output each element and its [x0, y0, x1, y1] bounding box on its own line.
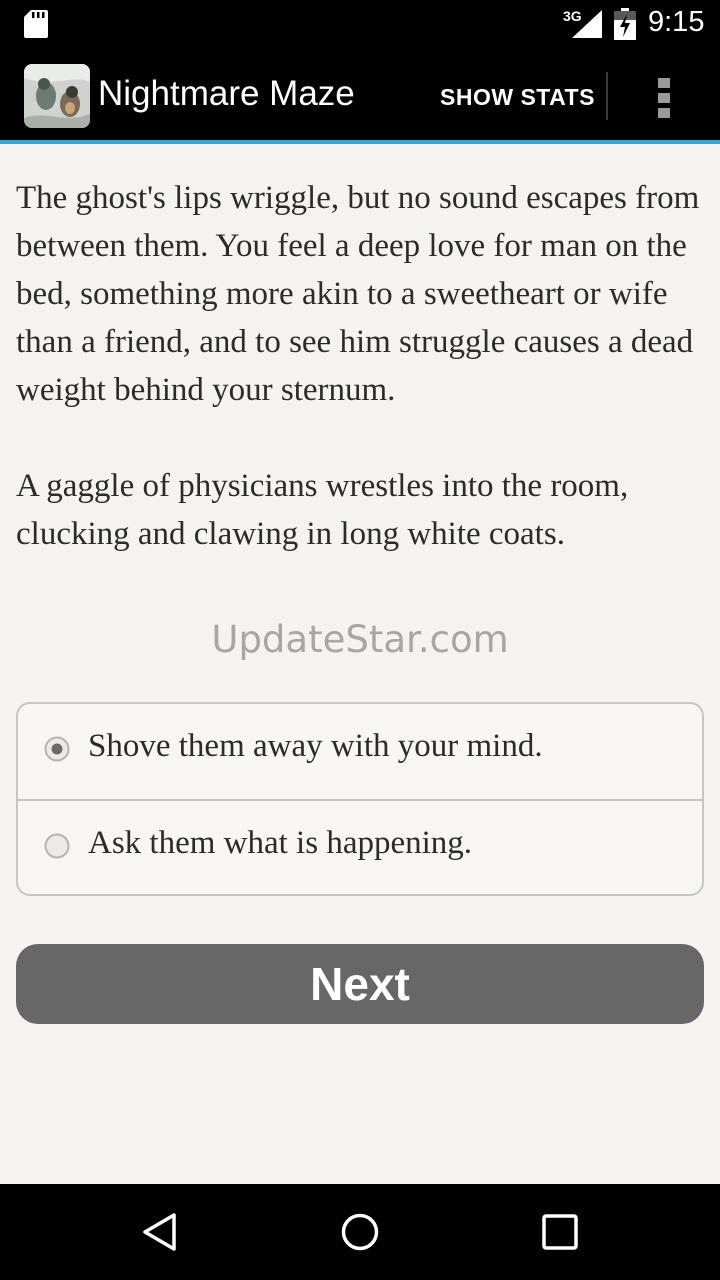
next-button[interactable]: Next	[16, 944, 704, 1024]
story-paragraph: A gaggle of physicians wrestles into the…	[16, 468, 629, 552]
recents-icon[interactable]	[540, 1212, 580, 1252]
navigation-bar	[0, 1184, 720, 1280]
action-bar-divider	[606, 72, 608, 120]
app-logo-icon[interactable]	[24, 64, 90, 128]
action-bar: Nightmare Maze SHOW STATS	[0, 48, 720, 140]
status-bar: 3G 9:15	[0, 0, 720, 48]
battery-charging-icon	[614, 8, 636, 40]
sd-card-icon	[24, 10, 48, 38]
story-text: The ghost's lips wriggle, but no sound e…	[16, 174, 706, 606]
action-bar-accent-line	[0, 140, 720, 144]
choice-option[interactable]: Ask them what is happening.	[18, 799, 702, 894]
radio-unselected-icon[interactable]	[44, 833, 70, 859]
status-clock: 9:15	[648, 6, 705, 38]
choice-label: Shove them away with your mind.	[88, 728, 543, 764]
choice-label: Ask them what is happening.	[88, 825, 473, 861]
show-stats-button[interactable]: SHOW STATS	[440, 84, 595, 111]
network-type-label: 3G	[563, 8, 582, 24]
overflow-menu-icon[interactable]	[654, 74, 674, 122]
back-icon[interactable]	[138, 1210, 182, 1254]
choice-list: Shove them away with your mind. Ask them…	[16, 702, 704, 896]
home-icon[interactable]	[336, 1208, 384, 1256]
radio-selected-icon[interactable]	[44, 736, 70, 762]
choice-option[interactable]: Shove them away with your mind.	[18, 704, 702, 799]
story-paragraph: The ghost's lips wriggle, but no sound e…	[16, 180, 700, 408]
watermark: UpdateStar.com	[211, 618, 509, 661]
app-title: Nightmare Maze	[98, 74, 355, 113]
